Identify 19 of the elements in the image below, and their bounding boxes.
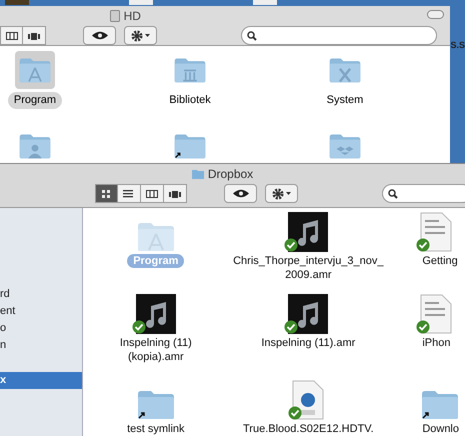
file-name[interactable]: test symlink — [121, 422, 191, 436]
file-name[interactable]: Bibliotek — [163, 92, 217, 108]
file-name[interactable]: Downlo — [416, 422, 465, 436]
file-name[interactable]: Inspelning (11).amr — [230, 336, 386, 350]
window-title: HD — [124, 8, 141, 25]
file-name[interactable]: Inspelning (11) (kopia).amr — [96, 336, 216, 364]
sidebar-item[interactable]: o — [0, 320, 82, 337]
sidebar-item[interactable]: rd — [0, 286, 82, 303]
file-name[interactable]: iPhon — [416, 336, 456, 350]
sidebar-item[interactable]: n — [0, 337, 82, 354]
file-name[interactable]: Program — [8, 92, 62, 108]
file-name[interactable]: True.Blood.S02E12.HDTV. — [230, 422, 386, 436]
desktop-label: S.S — [450, 39, 465, 52]
sidebar-item[interactable]: ent — [0, 303, 82, 320]
file-name[interactable]: Getting — [416, 254, 464, 268]
file-name[interactable]: Chris_Thorpe_intervju_3_nov_2009.amr — [230, 254, 386, 282]
sidebar-item[interactable]: x — [0, 372, 82, 389]
window-title: Dropbox — [208, 166, 254, 183]
file-name[interactable]: System — [320, 92, 370, 108]
